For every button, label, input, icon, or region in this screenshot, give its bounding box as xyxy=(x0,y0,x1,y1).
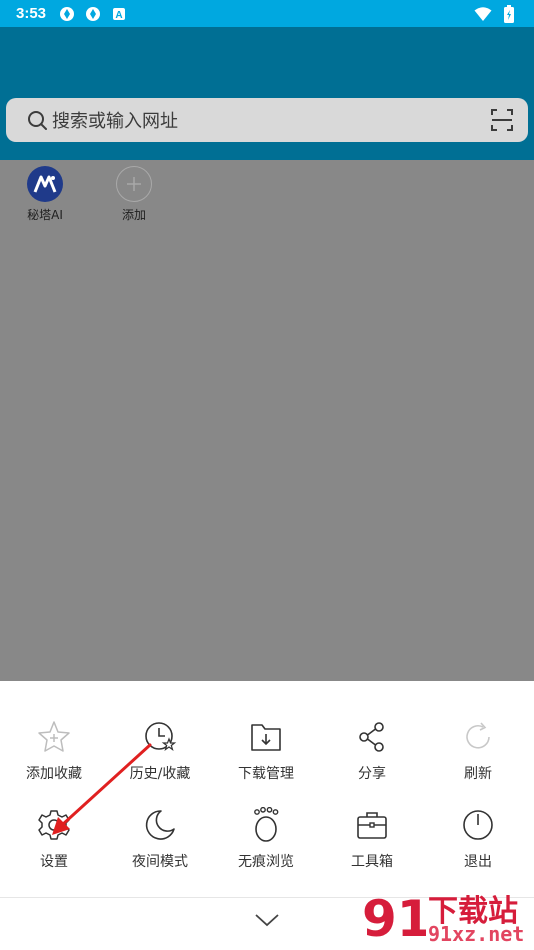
menu-add-bookmark[interactable]: 添加收藏 xyxy=(1,719,107,783)
menu-settings[interactable]: 设置 xyxy=(1,807,107,871)
footprint-icon xyxy=(248,807,284,843)
watermark-domain: 91xz.net xyxy=(428,922,525,946)
menu-label: 刷新 xyxy=(464,766,492,782)
shortcut-label: 秘塔AI xyxy=(27,208,63,222)
menu-exit[interactable]: 退出 xyxy=(425,807,531,871)
svg-text:A: A xyxy=(115,10,122,21)
collapse-menu-button[interactable] xyxy=(252,911,282,931)
menu-label: 无痕浏览 xyxy=(238,854,294,870)
battery-icon xyxy=(500,4,518,23)
clock-star-icon xyxy=(142,719,178,755)
power-icon xyxy=(460,807,496,843)
menu-label: 夜间模式 xyxy=(132,854,188,870)
menu-label: 设置 xyxy=(40,854,68,870)
menu-download-manager[interactable]: 下载管理 xyxy=(213,719,319,783)
status-right-cluster xyxy=(474,4,518,23)
menu-label: 退出 xyxy=(464,854,492,870)
metaso-logo-icon xyxy=(27,166,63,202)
menu-label: 下载管理 xyxy=(238,766,294,782)
menu-toolbox[interactable]: 工具箱 xyxy=(319,807,425,871)
scan-icon[interactable] xyxy=(490,108,514,132)
menu-label: 工具箱 xyxy=(351,854,393,870)
watermark-logo-text: 91 xyxy=(362,890,426,946)
menu-label: 添加收藏 xyxy=(26,766,82,782)
status-time: 3:53 xyxy=(16,5,47,22)
shortcut-label: 添加 xyxy=(121,208,146,222)
menu-history-bookmarks[interactable]: 历史/收藏 xyxy=(107,719,213,783)
refresh-icon xyxy=(460,719,496,755)
search-icon xyxy=(26,109,48,131)
status-bar: 3:53 A xyxy=(0,0,534,27)
gear-badge-icon xyxy=(58,5,76,23)
gear-icon xyxy=(36,807,72,843)
star-plus-icon xyxy=(36,719,72,755)
moon-icon xyxy=(142,807,178,843)
menu-label: 分享 xyxy=(358,766,386,782)
watermark-logo-icon: 91 xyxy=(362,890,426,946)
watermark: 91 下载站 91xz.net xyxy=(360,886,530,946)
shortcut-add[interactable]: 添加 xyxy=(102,166,166,223)
android-a-icon: A xyxy=(110,5,128,23)
share-icon xyxy=(354,719,390,755)
toolbox-icon xyxy=(354,807,390,843)
menu-refresh[interactable]: 刷新 xyxy=(425,719,531,783)
menu-label: 历史/收藏 xyxy=(129,766,191,782)
shortcut-metaso[interactable]: 秘塔AI xyxy=(13,166,77,223)
folder-download-icon xyxy=(248,719,284,755)
chevron-down-icon xyxy=(254,912,280,931)
page-content: 秘塔AI 添加 xyxy=(0,160,534,681)
menu-incognito[interactable]: 无痕浏览 xyxy=(213,807,319,871)
add-circle-icon xyxy=(116,166,152,202)
menu-night-mode[interactable]: 夜间模式 xyxy=(107,807,213,871)
gear-badge-icon xyxy=(84,5,102,23)
search-bar[interactable]: 搜索或输入网址 xyxy=(6,98,528,142)
menu-share[interactable]: 分享 xyxy=(319,719,425,783)
wifi-icon xyxy=(474,5,492,23)
search-input[interactable]: 搜索或输入网址 xyxy=(52,107,178,133)
